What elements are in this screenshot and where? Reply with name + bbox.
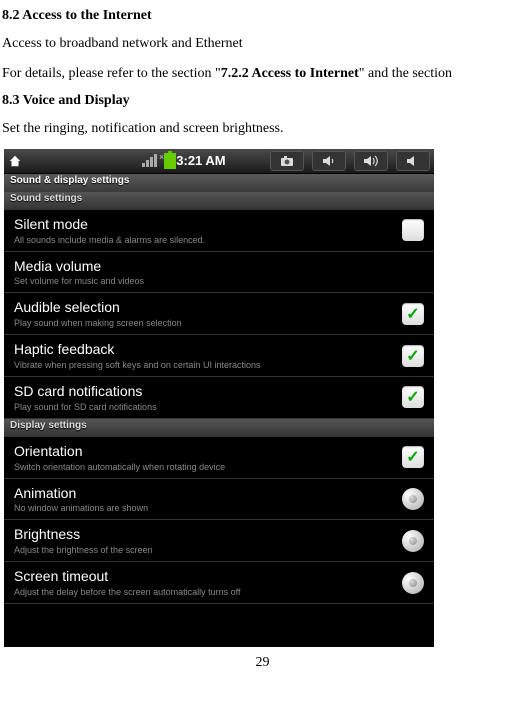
item-subtitle: Adjust the brightness of the screen bbox=[14, 545, 402, 555]
android-screenshot: × 3:21 AM Sound & display settings Sound… bbox=[4, 149, 434, 647]
item-subtitle: No window animations are shown bbox=[14, 503, 402, 513]
item-title: Screen timeout bbox=[14, 568, 402, 585]
details-suffix: " and the section bbox=[359, 66, 452, 81]
sound-settings-header: Sound settings bbox=[4, 192, 434, 210]
sd-card-notifications-checkbox[interactable] bbox=[402, 386, 424, 408]
signal-icon bbox=[142, 154, 157, 167]
section-8-3-heading: 8.3 Voice and Display bbox=[2, 93, 523, 109]
haptic-feedback-checkbox[interactable] bbox=[402, 345, 424, 367]
display-settings-header: Display settings bbox=[4, 419, 434, 437]
volume-up-button[interactable] bbox=[354, 151, 388, 171]
camera-button[interactable] bbox=[270, 151, 304, 171]
item-subtitle: Adjust the delay before the screen autom… bbox=[14, 587, 402, 597]
item-subtitle: Play sound when making screen selection bbox=[14, 318, 402, 328]
volume-down-button[interactable] bbox=[312, 151, 346, 171]
clock: 3:21 AM bbox=[176, 153, 225, 168]
item-title: Haptic feedback bbox=[14, 341, 402, 358]
item-title: Animation bbox=[14, 485, 402, 502]
volume-down-icon bbox=[322, 155, 336, 167]
section-8-2-text: Access to broadband network and Ethernet bbox=[2, 34, 523, 54]
animation-item[interactable]: Animation No window animations are shown bbox=[4, 479, 434, 521]
breadcrumb: Sound & display settings bbox=[4, 174, 434, 192]
item-title: Media volume bbox=[14, 258, 424, 275]
volume-up-icon bbox=[363, 155, 379, 167]
display-settings-list: Orientation Switch orientation automatic… bbox=[4, 437, 434, 604]
item-subtitle: All sounds include media & alarms are si… bbox=[14, 235, 402, 245]
silent-mode-item[interactable]: Silent mode All sounds include media & a… bbox=[4, 210, 434, 252]
audible-selection-item[interactable]: Audible selection Play sound when making… bbox=[4, 293, 434, 335]
audible-selection-checkbox[interactable] bbox=[402, 303, 424, 325]
item-title: Orientation bbox=[14, 443, 402, 460]
settings-list: Silent mode All sounds include media & a… bbox=[4, 210, 434, 419]
media-volume-item[interactable]: Media volume Set volume for music and vi… bbox=[4, 252, 434, 294]
silent-mode-checkbox[interactable] bbox=[402, 219, 424, 241]
section-8-3-text: Set the ringing, notification and screen… bbox=[2, 119, 523, 139]
details-text: For details, please refer to the section… bbox=[2, 64, 523, 84]
home-icon bbox=[8, 154, 22, 168]
mute-icon bbox=[406, 155, 420, 167]
brightness-indicator-icon bbox=[402, 530, 424, 552]
item-title: Silent mode bbox=[14, 216, 402, 233]
battery-icon bbox=[164, 153, 176, 169]
item-subtitle: Vibrate when pressing soft keys and on c… bbox=[14, 360, 402, 370]
details-bold-ref: 7.2.2 Access to Internet bbox=[221, 66, 359, 81]
item-title: Audible selection bbox=[14, 299, 402, 316]
screen-timeout-item[interactable]: Screen timeout Adjust the delay before t… bbox=[4, 562, 434, 604]
orientation-checkbox[interactable] bbox=[402, 446, 424, 468]
item-subtitle: Switch orientation automatically when ro… bbox=[14, 462, 402, 472]
brightness-item[interactable]: Brightness Adjust the brightness of the … bbox=[4, 520, 434, 562]
status-bar: × 3:21 AM bbox=[4, 149, 434, 174]
mute-button[interactable] bbox=[396, 151, 430, 171]
camera-icon bbox=[280, 156, 294, 166]
item-subtitle: Set volume for music and videos bbox=[14, 276, 424, 286]
item-title: Brightness bbox=[14, 526, 402, 543]
item-title: SD card notifications bbox=[14, 383, 402, 400]
page-number: 29 bbox=[2, 655, 523, 671]
screen-timeout-indicator-icon bbox=[402, 572, 424, 594]
sd-card-notifications-item[interactable]: SD card notifications Play sound for SD … bbox=[4, 377, 434, 419]
details-prefix: For details, please refer to the section… bbox=[2, 66, 221, 81]
item-subtitle: Play sound for SD card notifications bbox=[14, 402, 402, 412]
orientation-item[interactable]: Orientation Switch orientation automatic… bbox=[4, 437, 434, 479]
animation-indicator-icon bbox=[402, 488, 424, 510]
section-8-2-heading: 8.2 Access to the Internet bbox=[2, 8, 523, 24]
haptic-feedback-item[interactable]: Haptic feedback Vibrate when pressing so… bbox=[4, 335, 434, 377]
